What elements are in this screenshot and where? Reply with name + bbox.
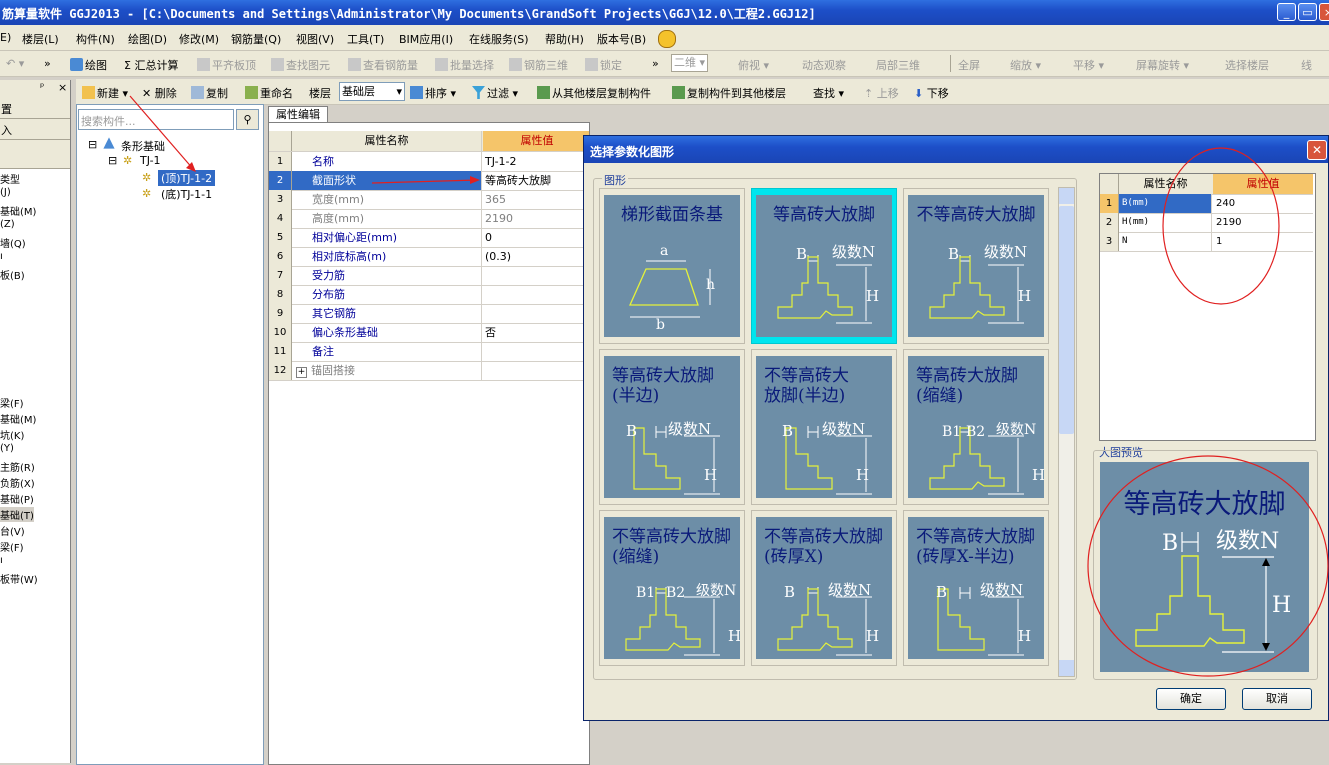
annotation-layer xyxy=(129,95,1329,677)
annotation-arrow xyxy=(129,95,195,171)
annotation-arrow xyxy=(371,179,479,184)
arrow-head-icon xyxy=(470,176,480,184)
annotation-circle xyxy=(1087,455,1329,677)
annotation-circle xyxy=(1162,147,1280,305)
arrow-head-icon xyxy=(186,162,196,172)
